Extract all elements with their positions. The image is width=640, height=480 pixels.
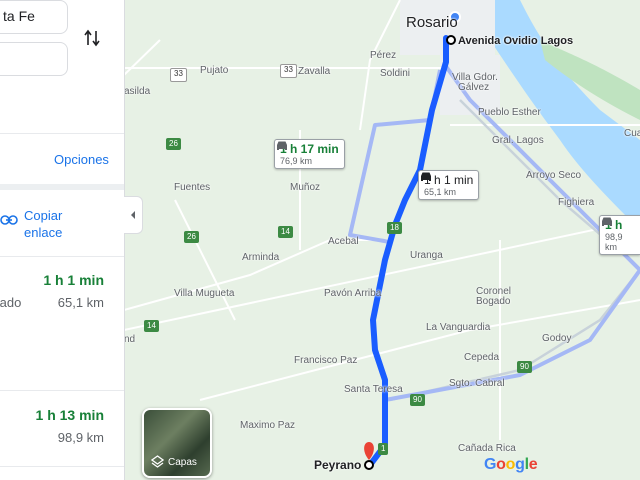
destination-marker — [364, 460, 374, 470]
destination-input[interactable] — [0, 43, 83, 73]
section-separator — [0, 184, 124, 190]
map-canvas[interactable]: Rosario Avenida Ovidio Lagos Pérez Soldi… — [124, 0, 640, 480]
route-chip-alt-west[interactable]: 1 h 17 min 76,9 km — [274, 139, 345, 169]
route-shield-33: 33 — [170, 68, 187, 82]
layers-label: Capas — [168, 457, 197, 468]
road — [124, 39, 161, 76]
copy-link-button[interactable]: Copiar enlace — [0, 206, 124, 242]
place-label-francisco-paz: Francisco Paz — [294, 355, 358, 366]
directions-sidebar: Opciones Copiar enlace 1 h 1 min tado 65… — [0, 0, 125, 480]
swap-arrows-icon — [84, 29, 100, 47]
collapse-panel-button[interactable] — [124, 196, 143, 234]
route-time: 1 h 1 min — [43, 272, 104, 288]
road — [124, 239, 390, 311]
place-label-munoz: Muñoz — [290, 182, 321, 193]
route-shield-14: 14 — [144, 320, 159, 332]
place-label-casilda: asilda — [124, 86, 151, 97]
logo-letter: o — [496, 456, 506, 473]
origin-field[interactable] — [0, 0, 83, 34]
route-distance: 98,9 km — [57, 430, 104, 445]
place-label-maximo-paz: Maximo Paz — [240, 420, 296, 431]
place-label-acebal: Acebal — [328, 236, 359, 247]
route-shield-14: 14 — [278, 226, 293, 238]
place-label-uranga: Uranga — [410, 250, 443, 261]
alt-route-west — [348, 69, 442, 244]
place-label-canada-rica: Cañada Rica — [458, 443, 516, 454]
copy-link-label: Copiar enlace — [24, 208, 63, 240]
place-label-santa-teresa: Santa Teresa — [344, 384, 403, 395]
place-label-nd: nd — [124, 334, 136, 345]
place-label-gral-lagos: Gral. Lagos — [492, 135, 544, 146]
place-label-cua: Cua — [624, 128, 640, 139]
route-option-2[interactable]: 1 h 13 min 98,9 km — [0, 392, 124, 472]
google-logo: Google — [484, 456, 538, 474]
route-chip-main[interactable]: 1 h 1 min 65,1 km — [418, 170, 480, 200]
road — [174, 199, 236, 321]
route-shield-26: 26 — [184, 231, 199, 243]
car-icon — [421, 172, 431, 181]
place-label-la-vanguardia: La Vanguardia — [426, 322, 491, 333]
divider — [0, 133, 124, 134]
logo-letter: g — [515, 456, 525, 473]
place-label-peyrano: Peyrano — [314, 458, 362, 472]
road — [359, 0, 401, 131]
place-label-arroyo-seco: Arroyo Seco — [526, 170, 582, 181]
chip-distance: 65,1 km — [424, 187, 457, 197]
place-label-pueblo-esther: Pueblo Esther — [478, 107, 541, 118]
route-note: tado — [0, 295, 22, 310]
route-time: 1 h 13 min — [35, 407, 104, 423]
route-shield-26: 26 — [166, 138, 181, 150]
highway-90 — [389, 269, 640, 402]
car-icon — [602, 217, 612, 226]
route-shield-33: 33 — [280, 64, 297, 78]
swap-directions-button[interactable] — [80, 26, 104, 50]
place-label-zavalla: Zavalla — [298, 66, 331, 77]
chip-distance: 76,9 km — [280, 156, 313, 166]
place-label-rosario: Rosario — [406, 14, 458, 31]
logo-letter: e — [528, 456, 538, 473]
place-label-fighiera: Fighiera — [558, 197, 595, 208]
divider — [0, 466, 124, 467]
logo-letter: G — [484, 456, 497, 473]
place-label-bogado: Bogado — [476, 296, 511, 307]
route-chip-alt-east[interactable]: 1 h 98,9 km — [599, 215, 640, 255]
place-label-fuentes: Fuentes — [174, 182, 211, 193]
layers-button[interactable]: Capas — [142, 408, 212, 478]
place-label-sgto-cabral: Sgto. Cabral — [449, 378, 505, 389]
link-icon — [0, 215, 18, 225]
route-distance: 65,1 km — [57, 295, 104, 310]
place-label-soldini: Soldini — [380, 68, 411, 79]
route-shield-90: 90 — [410, 394, 425, 406]
origin-marker — [446, 35, 456, 45]
origin-input[interactable] — [0, 1, 83, 31]
place-label-avenida: Avenida Ovidio Lagos — [458, 35, 574, 47]
place-label-galvez: Gálvez — [458, 82, 490, 93]
options-button[interactable]: Opciones — [54, 152, 109, 167]
place-label-perez: Pérez — [370, 50, 397, 61]
place-label-villa-mugueta: Villa Mugueta — [174, 288, 235, 299]
divider — [0, 390, 124, 391]
route-shield-18: 18 — [387, 222, 402, 234]
place-label-pavon-arriba: Pavón Arriba — [324, 288, 382, 299]
route-option-1[interactable]: 1 h 1 min tado 65,1 km — [0, 258, 124, 338]
destination-field[interactable] — [0, 42, 83, 76]
route-shield-1: 1 — [378, 443, 389, 455]
car-icon — [277, 141, 287, 150]
chevron-left-icon — [131, 211, 135, 219]
divider — [0, 256, 124, 257]
layers-icon — [151, 455, 164, 468]
place-label-cepeda: Cepeda — [464, 352, 500, 363]
place-label-pujato: Pujato — [200, 65, 229, 76]
route-shield-90: 90 — [517, 361, 532, 373]
place-label-arminda: Arminda — [242, 252, 280, 263]
chip-distance: 98,9 km — [605, 232, 623, 252]
logo-letter: o — [505, 456, 516, 473]
place-label-godoy: Godoy — [542, 333, 572, 344]
